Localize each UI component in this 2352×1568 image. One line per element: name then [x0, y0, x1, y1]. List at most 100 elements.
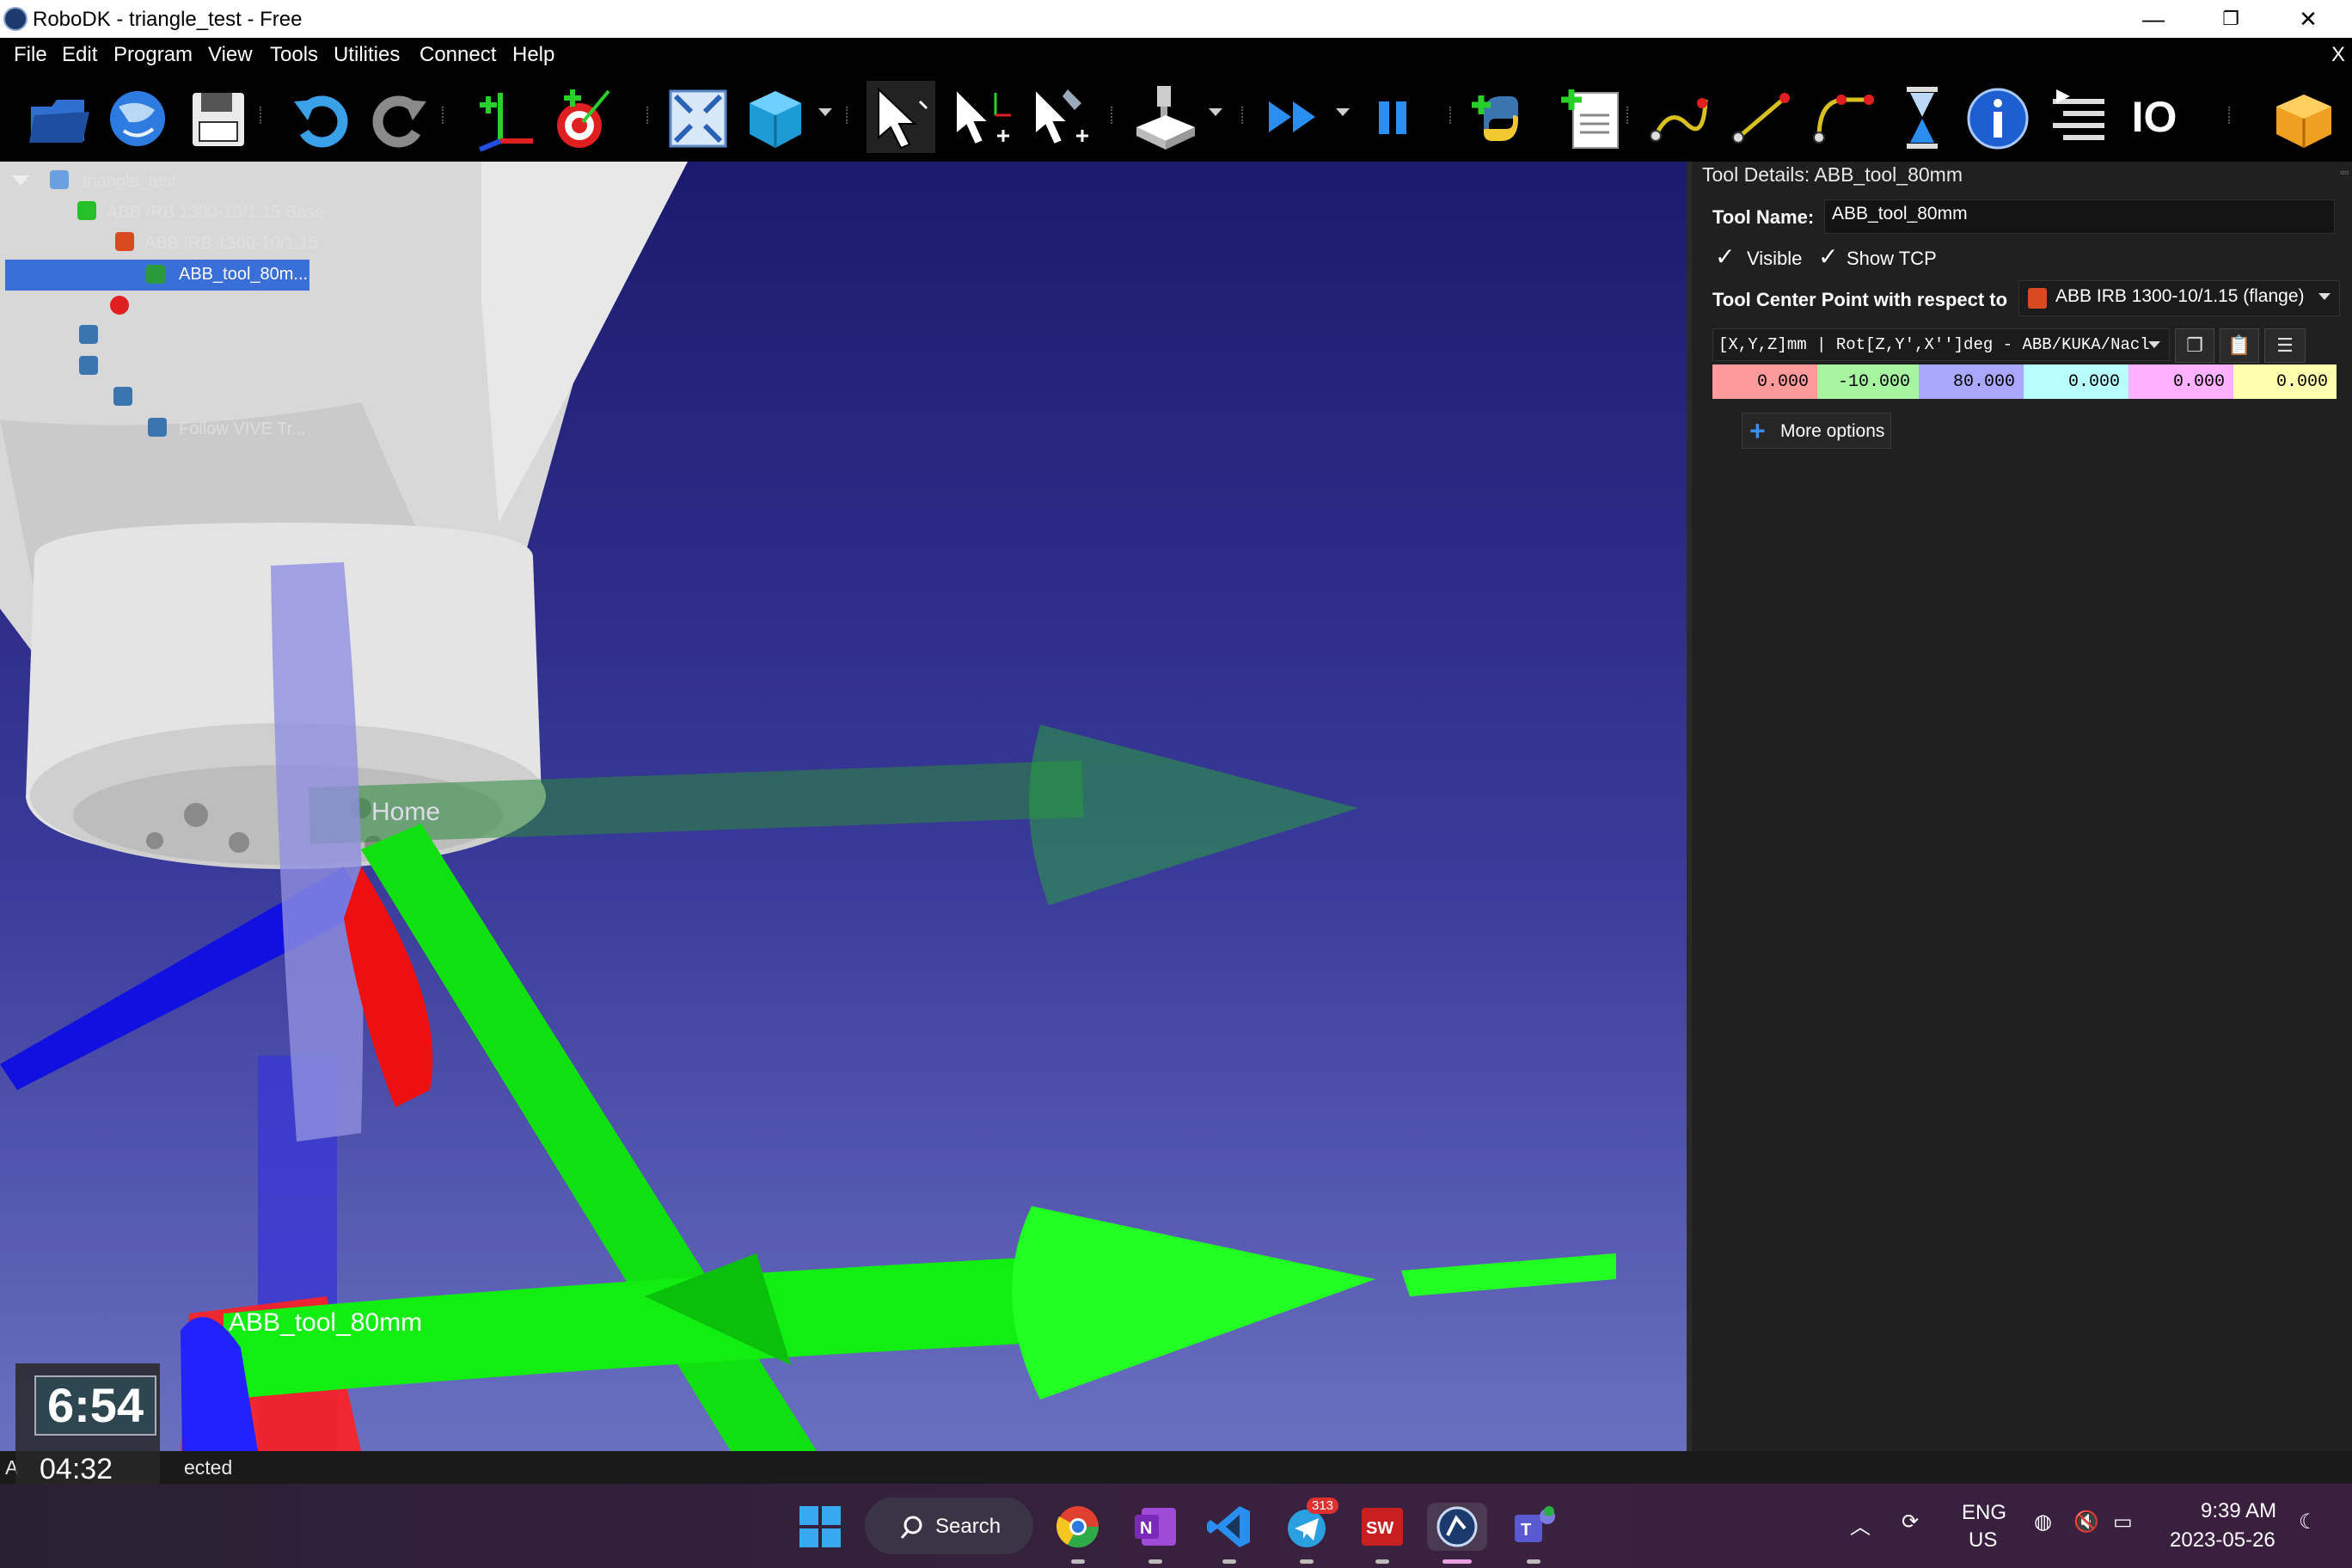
tcp-y-value[interactable]: -10.000: [1817, 364, 1919, 399]
taskbar-search[interactable]: Search: [865, 1498, 1033, 1554]
menu-view[interactable]: View: [208, 43, 253, 67]
menu-help[interactable]: Help: [512, 43, 554, 67]
volume-muted-icon[interactable]: 🔇: [2073, 1510, 2099, 1534]
tree-node-frame[interactable]: ABB IRB 1300-10/1.15 Base: [107, 203, 325, 223]
menu-utilities[interactable]: Utilities: [334, 43, 400, 67]
running-indicator: [1148, 1559, 1162, 1564]
visible-checkbox[interactable]: ✓: [1712, 243, 1735, 270]
tool-icon: [146, 265, 165, 284]
python-program-icon[interactable]: [79, 325, 98, 344]
telegram-icon[interactable]: 313: [1283, 1498, 1339, 1551]
redo-icon[interactable]: [364, 81, 433, 153]
program-call-icon[interactable]: [2044, 81, 2113, 153]
menu-program[interactable]: Program: [113, 43, 193, 67]
add-on-box-icon[interactable]: [2269, 81, 2338, 153]
station-tree: triangle_test ABB IRB 1300-10/1.15 Base …: [0, 162, 327, 454]
flange-hole: [146, 832, 163, 849]
python-program-icon[interactable]: [79, 356, 98, 375]
view-dropdown-arrow[interactable]: [818, 108, 832, 116]
tcp-reference-value: ABB IRB 1300-10/1.15 (flange): [2055, 286, 2305, 306]
windows-taskbar: Search N 313 SW T ︿ ⟳ ENG US ◍ 🔇 ▭ 9:39 …: [0, 1484, 2352, 1568]
run-dropdown-arrow[interactable]: [1336, 108, 1350, 116]
tree-node-program[interactable]: Follow VIVE Tr...: [179, 420, 306, 439]
move-reference-frame-icon[interactable]: [946, 81, 1014, 153]
pause-icon[interactable]: [1362, 81, 1430, 153]
isometric-view-icon[interactable]: [741, 81, 810, 153]
clock-overlay: 6:54 04:32 PM: [15, 1363, 160, 1519]
show-tcp-checkbox[interactable]: ✓: [1816, 243, 1838, 270]
tool-dropdown-arrow[interactable]: [1209, 108, 1222, 116]
run-program-icon[interactable]: [1260, 81, 1329, 153]
io-label: IO: [2131, 93, 2177, 141]
taskbar-time[interactable]: 9:39 AM: [2201, 1499, 2276, 1523]
solidworks-icon[interactable]: SW: [1358, 1503, 1406, 1551]
tcp-y-arrowhead: [1012, 1206, 1375, 1400]
robodk-taskbar-icon[interactable]: [1427, 1503, 1487, 1551]
language-top[interactable]: ENG: [1962, 1501, 2006, 1525]
3d-viewport[interactable]: Home ABB_tool_80mm triangle_test ABB IRB…: [0, 162, 1687, 1451]
panel-undock-icon[interactable]: ▫▫: [2340, 165, 2349, 179]
save-station-icon[interactable]: [184, 81, 253, 153]
pause-instruction-icon[interactable]: [1888, 81, 1957, 153]
move-linear-icon[interactable]: [1726, 81, 1795, 153]
tree-node-robot[interactable]: ABB IRB 1300-10/1.15: [144, 234, 318, 254]
add-target-icon[interactable]: [547, 81, 616, 153]
paste-pose-button[interactable]: 📋: [2220, 328, 2259, 363]
move-circular-icon[interactable]: [1807, 81, 1876, 153]
tcp-ry-value[interactable]: 0.000: [2128, 364, 2233, 399]
toolbar-separator: [1241, 107, 1246, 124]
battery-icon[interactable]: ▭: [2113, 1510, 2133, 1534]
close-window-button[interactable]: ✕: [2269, 0, 2347, 38]
teams-icon[interactable]: T: [1510, 1503, 1558, 1551]
vscode-icon[interactable]: [1205, 1503, 1253, 1551]
menu-edit[interactable]: Edit: [62, 43, 97, 67]
move-tool-icon[interactable]: [1025, 81, 1093, 153]
chrome-icon[interactable]: [1054, 1503, 1102, 1551]
tcp-z-value[interactable]: 80.000: [1919, 364, 2024, 399]
more-options-button[interactable]: + More options: [1742, 413, 1891, 449]
menu-file[interactable]: File: [14, 43, 47, 67]
taskbar-date[interactable]: 2023-05-26: [2170, 1528, 2275, 1553]
robot-icon: [2028, 288, 2047, 309]
tree-expand-icon[interactable]: [12, 175, 29, 186]
pose-format-dropdown[interactable]: [X,Y,Z]mm | Rot[Z,Y',X'']deg - ABB/KUKA/…: [1712, 328, 2170, 361]
tree-node-tool[interactable]: ABB_tool_80m...: [179, 265, 308, 285]
window-title: RoboDK - triangle_test - Free: [33, 8, 303, 31]
move-joint-icon[interactable]: [1644, 81, 1712, 153]
fit-all-icon[interactable]: [664, 81, 732, 153]
target-icon[interactable]: [110, 296, 129, 315]
menu-connect[interactable]: Connect: [420, 43, 496, 67]
info-icon[interactable]: [1963, 81, 2032, 153]
tcp-x-value[interactable]: 0.000: [1712, 364, 1817, 399]
open-station-icon[interactable]: [24, 81, 93, 153]
search-label: Search: [935, 1515, 1001, 1538]
onenote-icon[interactable]: N: [1131, 1503, 1179, 1551]
network-globe-icon[interactable]: ◍: [2034, 1510, 2052, 1534]
menu-tools[interactable]: Tools: [270, 43, 318, 67]
add-cutting-tool-icon[interactable]: [1131, 81, 1200, 153]
tree-node-station[interactable]: triangle_test: [83, 172, 176, 192]
python-program-icon[interactable]: [113, 387, 132, 406]
menu-close-button[interactable]: X: [2331, 43, 2345, 67]
tcp-rz-value[interactable]: 0.000: [2024, 364, 2128, 399]
open-online-library-icon[interactable]: [103, 81, 172, 153]
select-icon[interactable]: [867, 81, 935, 153]
pose-menu-button[interactable]: ☰: [2264, 328, 2306, 363]
show-hidden-icons-chevron-icon[interactable]: ︿: [1850, 1510, 1871, 1540]
language-bottom[interactable]: US: [1969, 1528, 1997, 1553]
sync-icon[interactable]: ⟳: [1902, 1510, 1919, 1534]
tool-name-input[interactable]: ABB_tool_80mm: [1824, 199, 2335, 234]
copy-pose-button[interactable]: ❐: [2175, 328, 2214, 363]
io-icon[interactable]: IO: [2120, 81, 2189, 153]
add-reference-frame-icon[interactable]: [471, 81, 540, 153]
add-python-program-icon[interactable]: [1467, 81, 1535, 153]
frame-icon: [77, 201, 96, 220]
tcp-reference-dropdown[interactable]: ABB IRB 1300-10/1.15 (flange): [2018, 280, 2340, 316]
maximize-button[interactable]: ❐: [2192, 0, 2269, 38]
minimize-button[interactable]: —: [2115, 0, 2192, 38]
focus-moon-icon[interactable]: ☾: [2299, 1510, 2318, 1534]
windows-start-icon[interactable]: [796, 1503, 844, 1551]
tcp-rx-value[interactable]: 0.000: [2233, 364, 2337, 399]
undo-icon[interactable]: [287, 81, 356, 153]
add-program-icon[interactable]: [1556, 81, 1625, 153]
